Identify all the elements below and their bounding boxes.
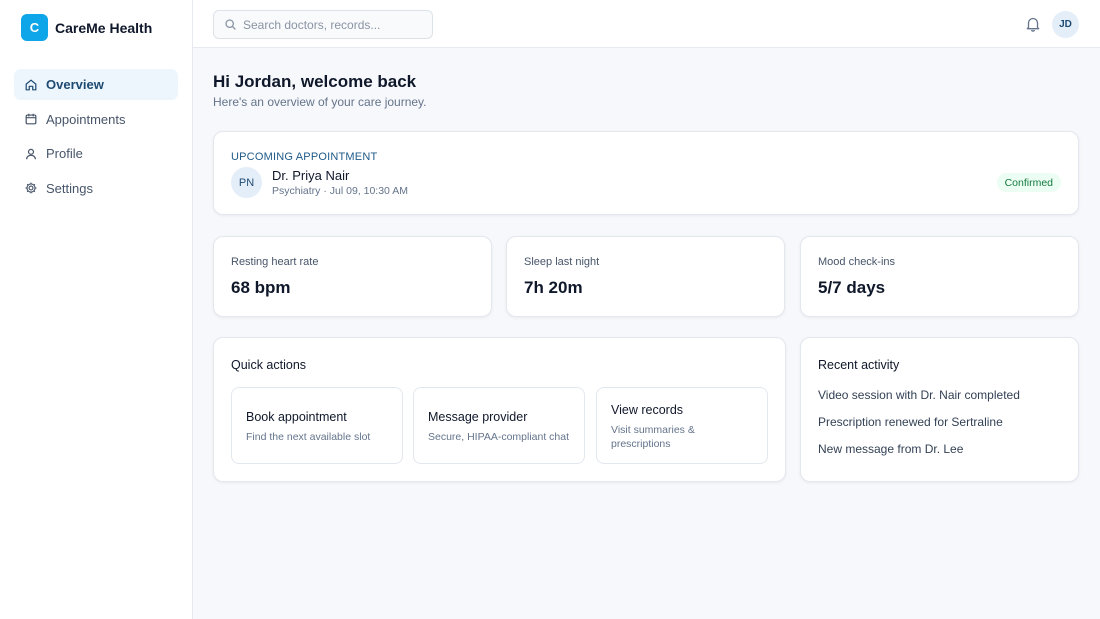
quick-actions-card: Quick actions Book appointment Find the …	[213, 337, 786, 482]
sidebar-item-settings[interactable]: Settings	[14, 173, 178, 204]
stat-value: 68 bpm	[231, 278, 291, 297]
stat-value: 7h 20m	[524, 278, 583, 297]
message-provider-button[interactable]: Message provider Secure, HIPAA-compliant…	[413, 387, 585, 464]
stat-value: 5/7 days	[818, 278, 886, 297]
stat-label: Sleep last night	[524, 256, 600, 268]
view-records-button[interactable]: View records Visit summaries & prescript…	[596, 387, 768, 464]
book-appointment-button[interactable]: Book appointment Find the next available…	[231, 387, 403, 464]
action-title: View records	[611, 403, 684, 417]
doctor-name: Dr. Priya Nair	[272, 168, 350, 183]
sidebar-nav: Overview Appointments Profile Settings	[14, 69, 178, 207]
doctor-avatar: PN	[231, 167, 262, 198]
sidebar-item-label: Profile	[46, 146, 83, 161]
sidebar-item-profile[interactable]: Profile	[14, 138, 178, 169]
stat-label: Mood check-ins	[818, 256, 896, 268]
calendar-icon	[25, 113, 37, 125]
activity-item: New message from Dr. Lee	[818, 442, 964, 456]
brand[interactable]: C CareMe Health	[21, 14, 152, 41]
section-title: Quick actions	[231, 358, 307, 372]
stat-card-heart-rate: Resting heart rate 68 bpm	[213, 236, 492, 317]
page-subtitle: Here's an overview of your care journey.	[213, 95, 427, 109]
search-icon	[225, 19, 236, 30]
sidebar-item-label: Appointments	[46, 111, 126, 127]
stat-label: Resting heart rate	[231, 256, 319, 268]
action-title: Book appointment	[246, 410, 347, 424]
brand-logo: C	[21, 14, 48, 41]
action-description: Visit summaries & prescriptions	[611, 424, 695, 450]
gear-icon	[25, 182, 37, 194]
sidebar-item-label: Settings	[46, 180, 93, 196]
action-title: Message provider	[428, 410, 528, 424]
action-description: Find the next available slot	[246, 431, 371, 443]
stat-card-sleep: Sleep last night 7h 20m	[506, 236, 785, 317]
sidebar-item-overview[interactable]: Overview	[14, 69, 178, 100]
user-avatar[interactable]: JD	[1052, 11, 1079, 38]
sidebar: C CareMe Health Overview Appointments Pr…	[0, 0, 193, 619]
top-bar: JD	[193, 0, 1100, 48]
appointment-label: UPCOMING APPOINTMENT	[231, 151, 378, 163]
home-icon	[25, 79, 37, 90]
action-description: Secure, HIPAA-compliant chat	[428, 431, 570, 443]
user-icon	[26, 148, 36, 159]
search-input[interactable]	[243, 17, 423, 32]
activity-item: Video session with Dr. Nair completed	[818, 388, 1020, 402]
recent-activity-card: Recent activity Video session with Dr. N…	[800, 337, 1079, 482]
appointment-detail: Psychiatry · Jul 09, 10:30 AM	[272, 185, 408, 197]
activity-item: Prescription renewed for Sertraline	[818, 415, 1003, 429]
page-title: Hi Jordan, welcome back	[213, 72, 417, 91]
sidebar-item-appointments[interactable]: Appointments	[14, 104, 178, 135]
section-title: Recent activity	[818, 358, 900, 372]
bell-icon[interactable]	[1025, 15, 1041, 32]
sidebar-item-label: Overview	[46, 77, 104, 92]
stat-card-mood: Mood check-ins 5/7 days	[800, 236, 1079, 317]
status-badge: Confirmed	[996, 173, 1061, 192]
upcoming-appointment-card[interactable]: UPCOMING APPOINTMENT PN Dr. Priya Nair P…	[213, 131, 1079, 215]
brand-name: CareMe Health	[55, 19, 153, 36]
search-box[interactable]	[213, 10, 433, 39]
